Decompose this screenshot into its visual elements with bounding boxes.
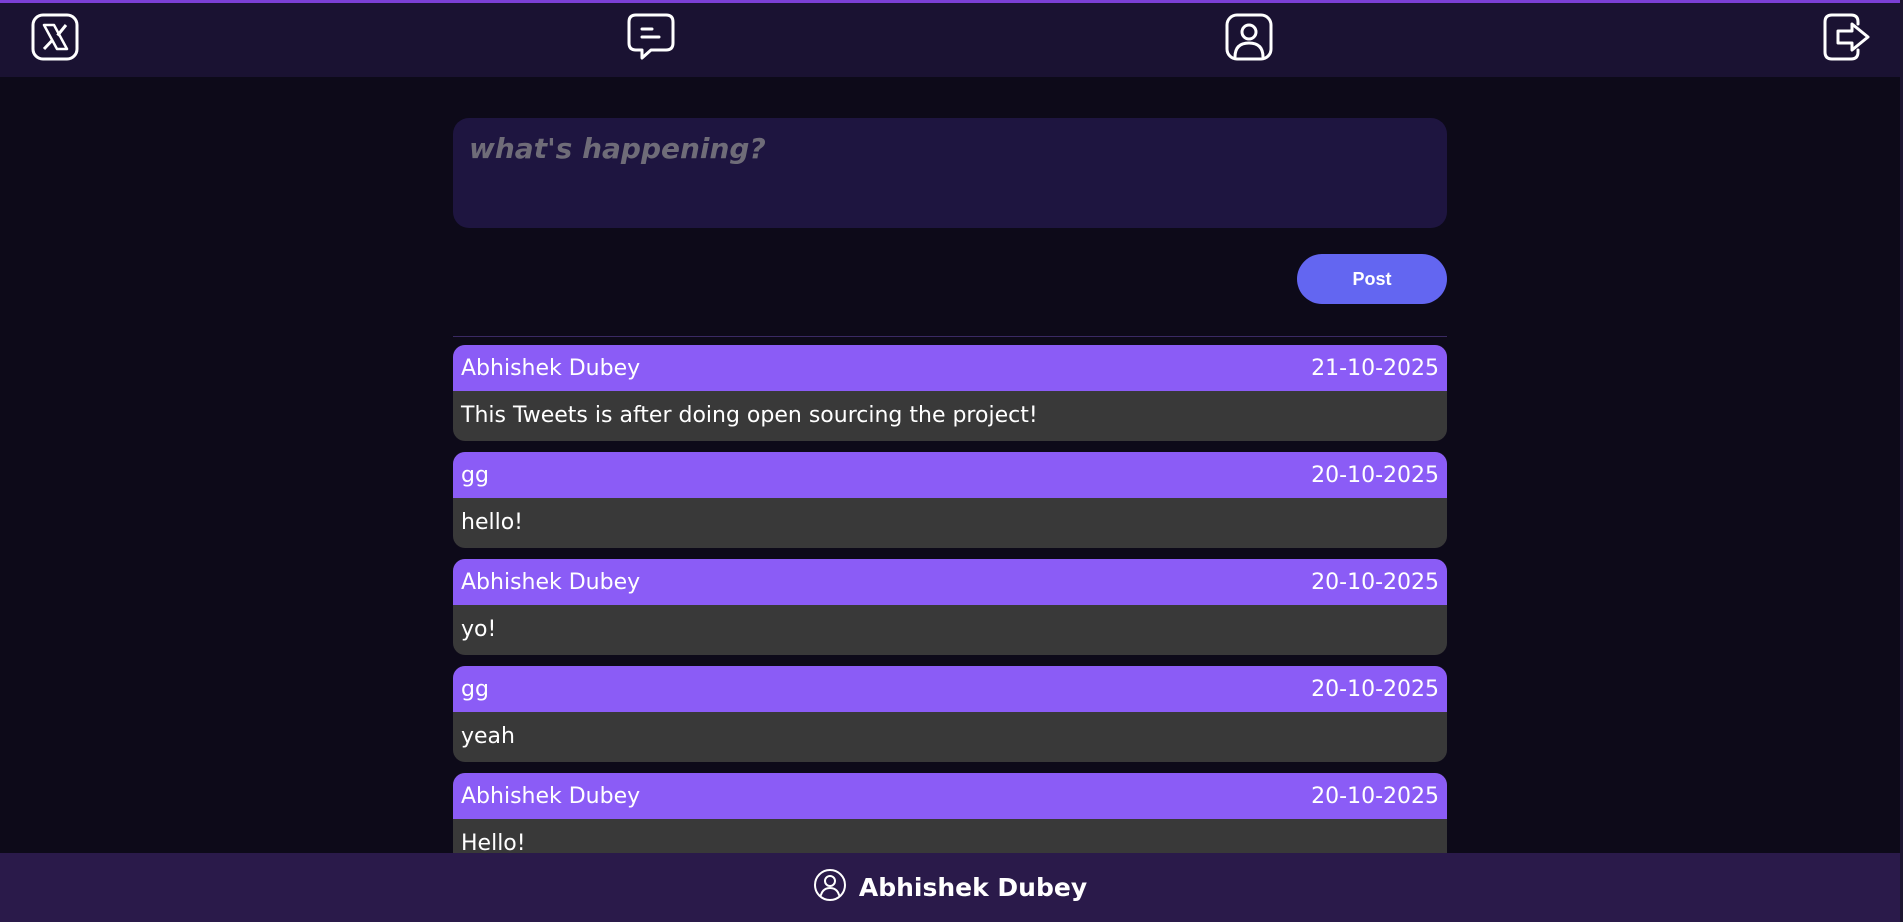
x-logo-icon[interactable] — [30, 12, 80, 62]
tweet-card: Abhishek Dubey 20-10-2025 yo! — [453, 559, 1447, 655]
tweet-author: gg — [461, 676, 489, 702]
user-avatar-icon — [813, 868, 847, 902]
tweet-text: hello! — [461, 510, 523, 535]
tweet-feed: Abhishek Dubey 21-10-2025 This Tweets is… — [453, 345, 1447, 880]
profile-icon[interactable] — [1224, 12, 1274, 62]
tweet-text: This Tweets is after doing open sourcing… — [461, 403, 1038, 428]
logout-icon[interactable] — [1822, 12, 1872, 62]
tweet-card: Abhishek Dubey 21-10-2025 This Tweets is… — [453, 345, 1447, 441]
tweet-input[interactable] — [453, 118, 1447, 228]
tweet-header: Abhishek Dubey 21-10-2025 — [453, 345, 1447, 391]
tweet-header: Abhishek Dubey 20-10-2025 — [453, 559, 1447, 605]
tweet-author: Abhishek Dubey — [461, 569, 641, 595]
footer-username[interactable]: Abhishek Dubey — [859, 873, 1087, 902]
divider — [453, 336, 1447, 337]
tweet-date: 20-10-2025 — [1311, 676, 1439, 702]
tweet-card: gg 20-10-2025 yeah — [453, 666, 1447, 762]
tweet-date: 21-10-2025 — [1311, 355, 1439, 381]
tweet-author: gg — [461, 462, 489, 488]
tweet-header: Abhishek Dubey 20-10-2025 — [453, 773, 1447, 819]
tweet-date: 20-10-2025 — [1311, 783, 1439, 809]
tweet-card: gg 20-10-2025 hello! — [453, 452, 1447, 548]
footer-user-bar: Abhishek Dubey — [0, 853, 1900, 922]
tweet-author: Abhishek Dubey — [461, 355, 641, 381]
tweet-date: 20-10-2025 — [1311, 462, 1439, 488]
message-icon[interactable] — [626, 12, 676, 62]
tweet-composer — [453, 118, 1447, 228]
tweet-text: yeah — [461, 724, 515, 749]
tweet-author: Abhishek Dubey — [461, 783, 641, 809]
tweet-date: 20-10-2025 — [1311, 569, 1439, 595]
tweet-header: gg 20-10-2025 — [453, 452, 1447, 498]
post-button[interactable]: Post — [1297, 254, 1447, 304]
tweet-text: yo! — [461, 617, 497, 642]
tweet-header: gg 20-10-2025 — [453, 666, 1447, 712]
top-nav — [0, 0, 1900, 77]
